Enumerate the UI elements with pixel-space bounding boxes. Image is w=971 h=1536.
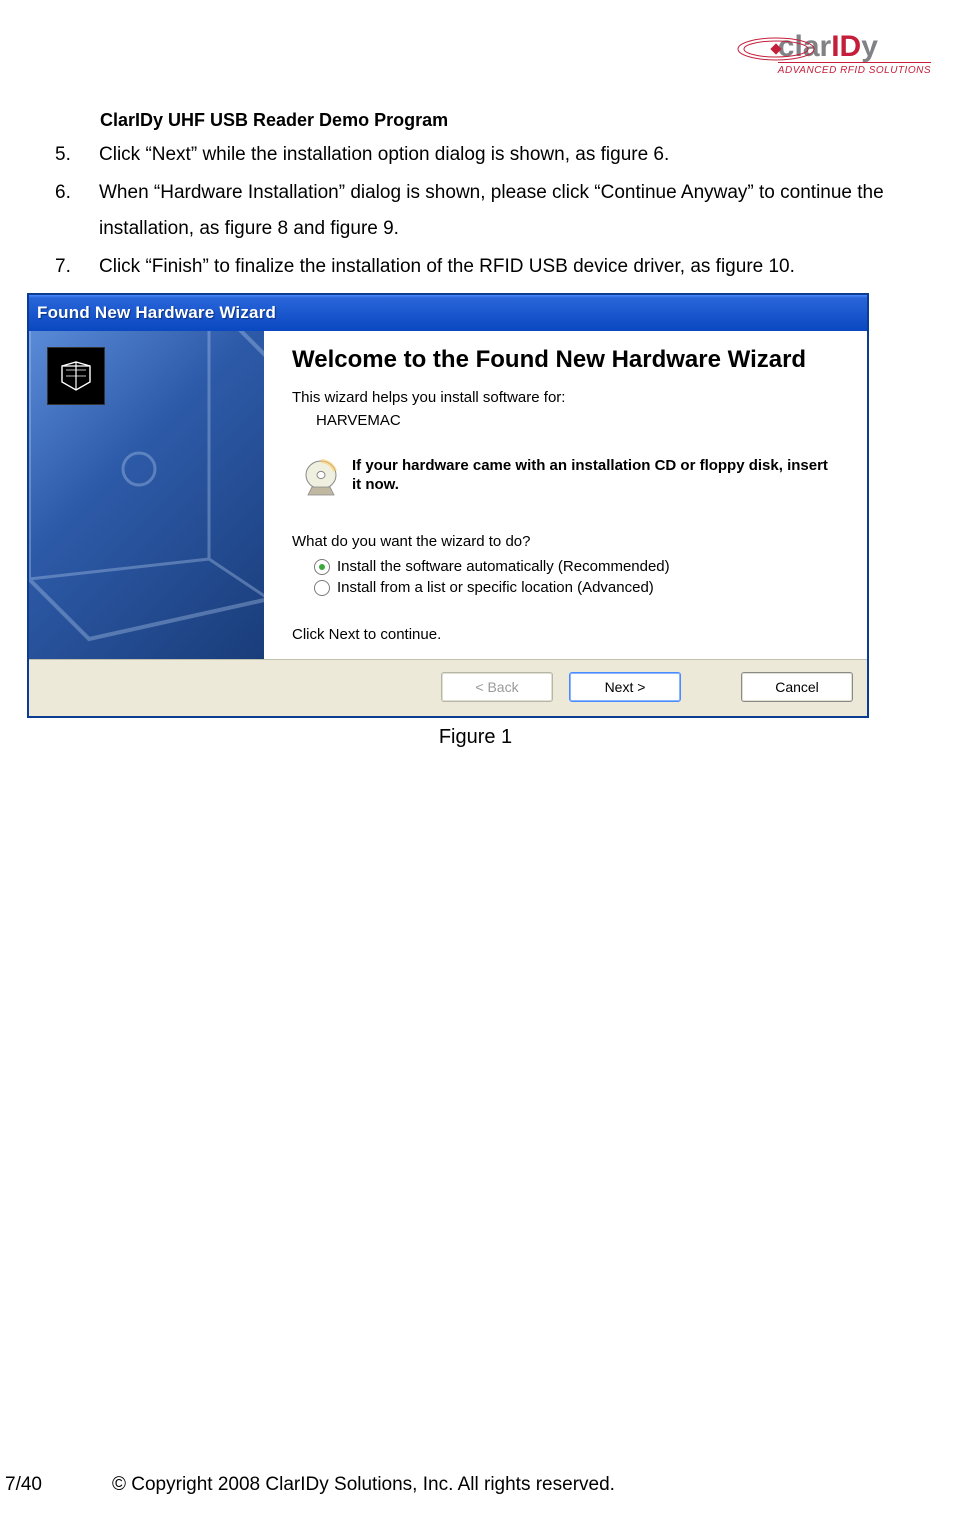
step-5: 5. Click “Next” while the installation o… [40, 137, 931, 173]
device-name: HARVEMAC [316, 412, 841, 429]
logo-subtitle: ADVANCED RFID SOLUTIONS [778, 62, 931, 76]
step-text: Click “Finish” to finalize the installat… [99, 249, 931, 285]
step-text: Click “Next” while the installation opti… [99, 137, 931, 173]
radio-option-auto[interactable]: Install the software automatically (Reco… [314, 558, 841, 575]
radio-unselected-icon [314, 580, 330, 596]
radio-label: Install the software automatically (Reco… [337, 558, 670, 575]
radio-option-advanced[interactable]: Install from a list or specific location… [314, 579, 841, 596]
radio-label: Install from a list or specific location… [337, 579, 654, 596]
radio-selected-icon [314, 559, 330, 575]
cd-icon [300, 457, 342, 499]
logo-text-id: ID [831, 30, 861, 63]
step-num: 6. [40, 175, 99, 247]
step-7: 7. Click “Finish” to finalize the instal… [40, 249, 931, 285]
wizard-side-panel [29, 331, 264, 659]
document-title: ClarIDy UHF USB Reader Demo Program [100, 110, 931, 131]
page-footer: 7/40 © Copyright 2008 ClarIDy Solutions,… [0, 1474, 971, 1496]
wizard-title: Found New Hardware Wizard [37, 303, 276, 323]
cancel-button[interactable]: Cancel [741, 672, 853, 702]
hardware-wizard-dialog: Found New Hardware Wizard [27, 293, 869, 718]
step-num: 7. [40, 249, 99, 285]
steps-list: 5. Click “Next” while the installation o… [40, 137, 931, 285]
figure-caption: Figure 1 [20, 726, 931, 749]
next-button[interactable]: Next > [569, 672, 681, 702]
click-next-text: Click Next to continue. [292, 626, 841, 643]
copyright: © Copyright 2008 ClarIDy Solutions, Inc.… [112, 1474, 615, 1496]
logo: clarIDy ADVANCED RFID SOLUTIONS [778, 30, 931, 76]
step-6: 6. When “Hardware Installation” dialog i… [40, 175, 931, 247]
wizard-prompt: What do you want the wizard to do? [292, 533, 841, 550]
wizard-helps-text: This wizard helps you install software f… [292, 389, 841, 406]
step-text: When “Hardware Installation” dialog is s… [99, 175, 931, 247]
wizard-welcome-heading: Welcome to the Found New Hardware Wizard [292, 345, 841, 375]
logo-text-y: y [861, 30, 878, 63]
step-num: 5. [40, 137, 99, 173]
back-button: < Back [441, 672, 553, 702]
page-number: 7/40 [5, 1474, 42, 1496]
wizard-titlebar: Found New Hardware Wizard [29, 295, 867, 331]
cd-instruction: If your hardware came with an installati… [352, 457, 841, 495]
